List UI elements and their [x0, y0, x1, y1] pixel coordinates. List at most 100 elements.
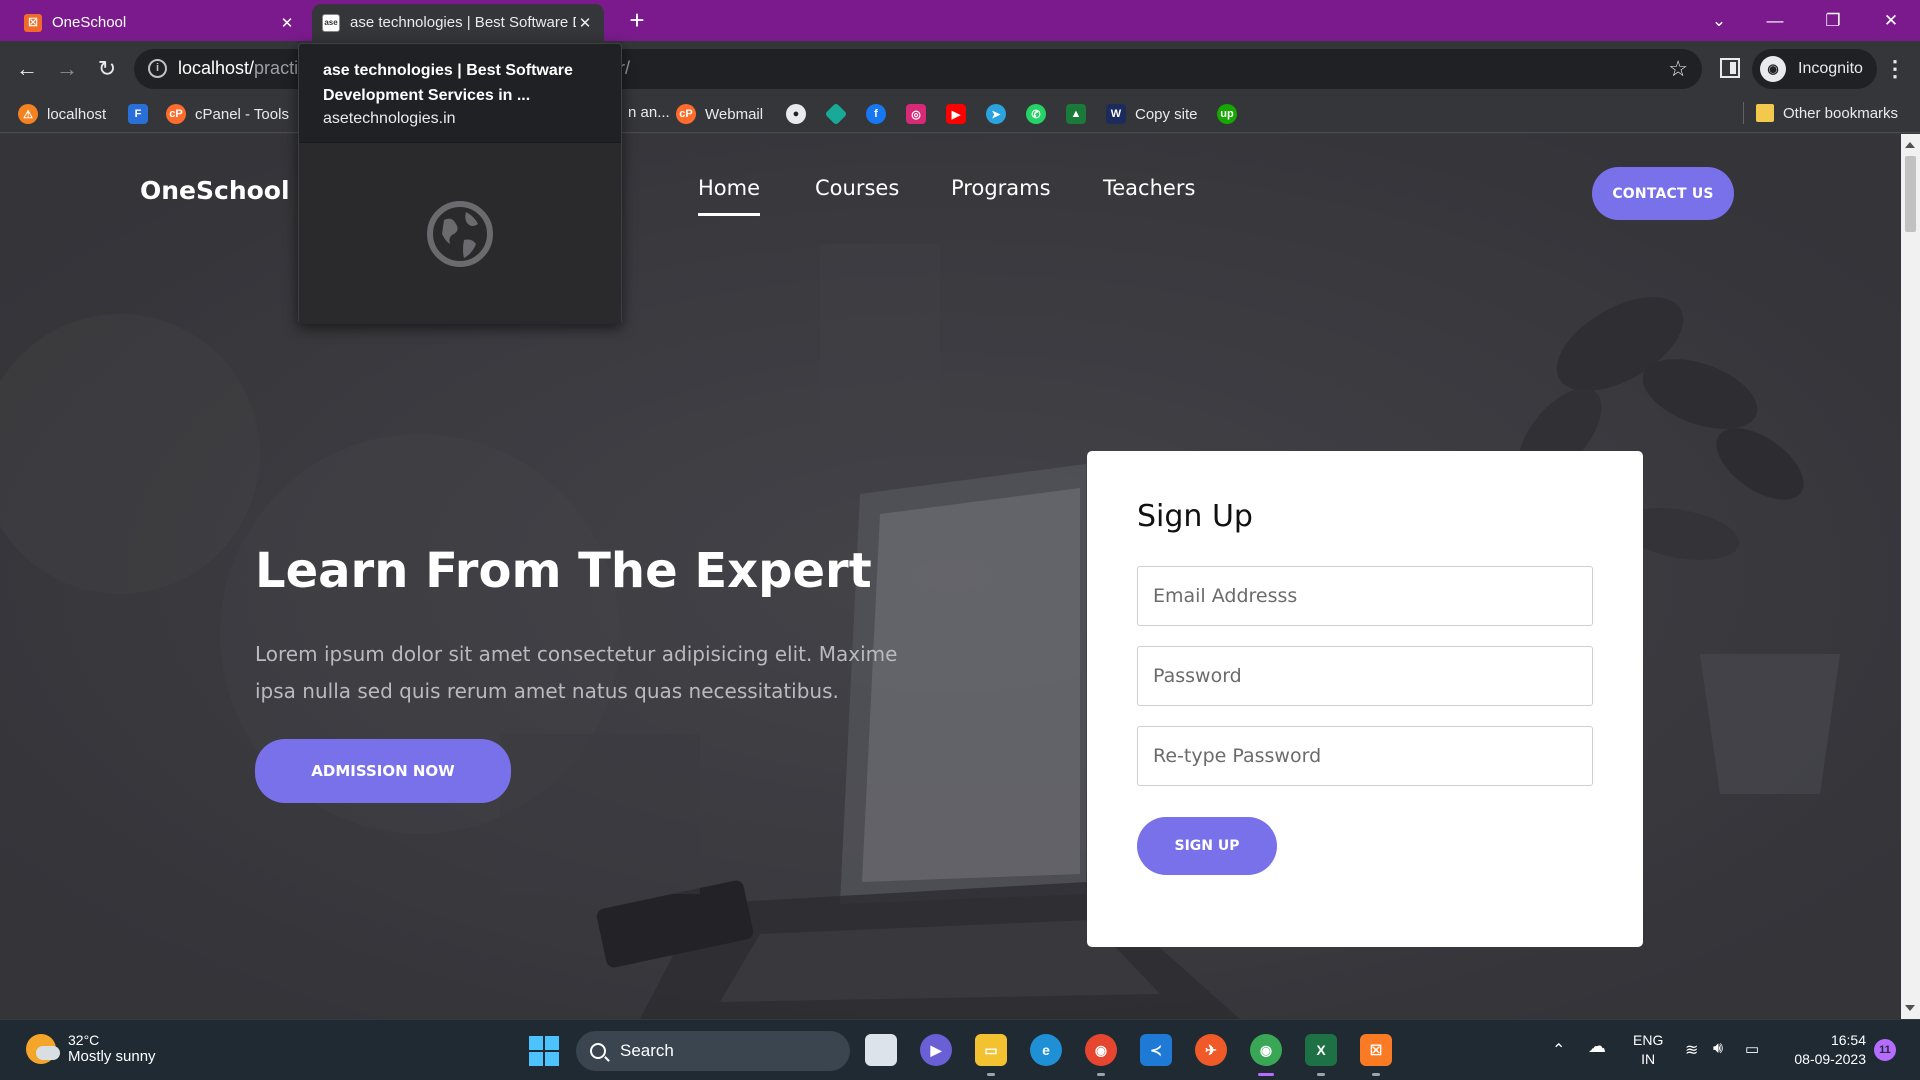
bookmark-label: localhost — [47, 105, 107, 123]
xampp-taskbar-icon[interactable]: ☒ — [1360, 1034, 1392, 1076]
close-tab-icon[interactable]: ✕ — [278, 14, 296, 32]
reload-icon[interactable]: ↻ — [92, 54, 122, 84]
weather-temp: 32°C — [68, 1032, 100, 1048]
scroll-up-icon[interactable] — [1905, 142, 1915, 148]
tab-ase-technologies[interactable]: ase ase technologies | Best Software D ✕ — [312, 4, 604, 41]
xampp-icon: ☒ — [24, 13, 42, 32]
show-hidden-icons[interactable]: ⌃ — [1552, 1040, 1565, 1060]
youtube-icon: ▶ — [946, 104, 966, 124]
site-info-icon[interactable]: i — [148, 59, 167, 78]
bookmark-star-icon[interactable]: ☆ — [1668, 56, 1688, 82]
bookmark-upwork[interactable]: up — [1217, 104, 1237, 124]
menu-icon[interactable]: ⋮ — [1884, 56, 1906, 82]
wifi-icon[interactable]: ≋ — [1685, 1040, 1698, 1060]
bookmark-android[interactable]: ▲ — [1066, 104, 1086, 124]
new-tab-button[interactable]: + — [624, 7, 650, 34]
sign-up-button[interactable]: SIGN UP — [1137, 817, 1277, 875]
other-bookmarks[interactable]: Other bookmarks — [1756, 104, 1898, 122]
bookmark-copy-site[interactable]: W Copy site — [1106, 104, 1198, 124]
bookmark-label: n an... — [628, 104, 670, 121]
lang-bottom: IN — [1641, 1051, 1656, 1067]
nav-programs[interactable]: Programs — [951, 176, 1051, 200]
whatsapp-icon: ✆ — [1026, 104, 1046, 124]
site-brand-logo[interactable]: OneSchool — [140, 176, 290, 205]
bookmark-truncated[interactable]: n an... — [628, 104, 670, 121]
system-clock[interactable]: 16:54 08-09-2023 — [1786, 1031, 1866, 1069]
onedrive-icon[interactable]: ☁ — [1588, 1036, 1606, 1057]
bookmark-webmail[interactable]: cP Webmail — [676, 104, 763, 124]
close-window-icon[interactable]: ✕ — [1878, 8, 1904, 34]
incognito-label: Incognito — [1798, 60, 1863, 77]
chat-icon[interactable]: ▶ — [920, 1034, 952, 1066]
browser-toolbar: ← → ↻ i localhost/practi r/ ☆ ◉ Incognit… — [0, 41, 1920, 96]
page-viewport: OneSchool Home Courses Programs Teachers… — [0, 134, 1901, 1019]
bookmark-label: Other bookmarks — [1783, 104, 1899, 122]
retype-password-field[interactable] — [1137, 726, 1593, 786]
bookmark-diamond[interactable] — [824, 102, 848, 126]
tab-hover-card: ase technologies | Best Software Develop… — [298, 43, 622, 324]
diamond-icon — [824, 102, 848, 126]
file-explorer-icon[interactable]: ▭ — [975, 1034, 1007, 1076]
bookmarks-bar: ⚠ localhost F cP cPanel - Tools n an... … — [0, 96, 1920, 133]
flashscore-icon: F — [128, 104, 148, 124]
incognito-indicator[interactable]: ◉ Incognito — [1752, 49, 1877, 89]
nav-teachers[interactable]: Teachers — [1103, 176, 1195, 200]
ase-icon: ase — [322, 13, 340, 32]
hero-description: Lorem ipsum dolor sit amet consectetur a… — [255, 642, 898, 703]
contact-us-button[interactable]: CONTACT US — [1592, 167, 1734, 220]
taskbar-search[interactable]: Search — [576, 1031, 850, 1071]
bookmark-github[interactable]: ● — [786, 104, 806, 124]
tab-search-icon[interactable]: ⌄ — [1706, 8, 1732, 34]
android-icon: ▲ — [1066, 104, 1086, 124]
postman-icon[interactable]: ✈ — [1195, 1034, 1227, 1066]
notification-badge[interactable]: 11 — [1874, 1039, 1896, 1061]
bookmark-label: Copy site — [1135, 105, 1198, 123]
weather-widget[interactable]: 32°C Mostly sunny — [26, 1032, 156, 1065]
hover-card-thumbnail — [299, 142, 621, 324]
chrome-incognito-icon[interactable]: ◉ — [1241, 1026, 1291, 1076]
edge-icon[interactable]: e — [1030, 1034, 1062, 1066]
task-view-icon[interactable] — [865, 1034, 897, 1066]
bookmark-youtube[interactable]: ▶ — [946, 104, 966, 124]
minimize-icon[interactable]: — — [1762, 8, 1788, 34]
password-field[interactable] — [1137, 646, 1593, 706]
excel-icon[interactable]: X — [1305, 1034, 1337, 1076]
scroll-down-icon[interactable] — [1905, 1005, 1915, 1011]
volume-icon[interactable]: 🔊︎ — [1713, 1040, 1723, 1058]
bookmark-flashscore[interactable]: F — [128, 104, 148, 124]
bookmark-whatsapp[interactable]: ✆ — [1026, 104, 1046, 124]
admission-now-button[interactable]: ADMISSION NOW — [255, 739, 511, 803]
battery-icon[interactable]: ▭ — [1745, 1040, 1759, 1058]
cpanel-icon: cP — [166, 104, 186, 124]
back-icon[interactable]: ← — [12, 54, 42, 84]
language-indicator[interactable]: ENG IN — [1633, 1031, 1663, 1069]
hero-title: Learn From The Expert — [255, 543, 872, 599]
email-field[interactable] — [1137, 566, 1593, 626]
tab-oneschool[interactable]: ☒ OneSchool ✕ — [14, 4, 306, 41]
folder-icon — [1756, 104, 1774, 122]
scrollbar-thumb[interactable] — [1905, 156, 1916, 232]
close-tab-icon[interactable]: ✕ — [576, 14, 594, 32]
vscode-icon[interactable]: ≺ — [1140, 1034, 1172, 1066]
clock-time: 16:54 — [1830, 1032, 1866, 1048]
bookmark-telegram[interactable]: ➤ — [986, 104, 1006, 124]
incognito-icon: ◉ — [1760, 56, 1786, 82]
weather-sun-icon — [26, 1033, 60, 1064]
bookmark-instagram[interactable]: ◎ — [906, 104, 926, 124]
windows-start-icon[interactable] — [529, 1036, 559, 1066]
restore-icon[interactable]: ❐ — [1820, 8, 1846, 34]
telegram-icon: ➤ — [986, 104, 1006, 124]
bookmark-facebook[interactable]: f — [866, 104, 886, 124]
nav-courses[interactable]: Courses — [815, 176, 899, 200]
nav-home[interactable]: Home — [698, 176, 761, 216]
bookmark-cpanel[interactable]: cP cPanel - Tools — [166, 104, 289, 124]
tab-title: ase technologies | Best Software D — [350, 14, 576, 31]
tab-strip: ☒ OneSchool ✕ ase ase technologies | Bes… — [0, 0, 1920, 41]
chrome-icon[interactable]: ◉ — [1085, 1034, 1117, 1076]
hover-card-title: ase technologies | Best Software Develop… — [323, 62, 573, 104]
page-scrollbar[interactable] — [1901, 134, 1920, 1019]
forward-icon[interactable]: → — [52, 54, 82, 84]
tab-title: OneSchool — [52, 14, 127, 31]
side-panel-icon[interactable] — [1720, 58, 1740, 78]
bookmark-localhost[interactable]: ⚠ localhost — [18, 104, 106, 124]
